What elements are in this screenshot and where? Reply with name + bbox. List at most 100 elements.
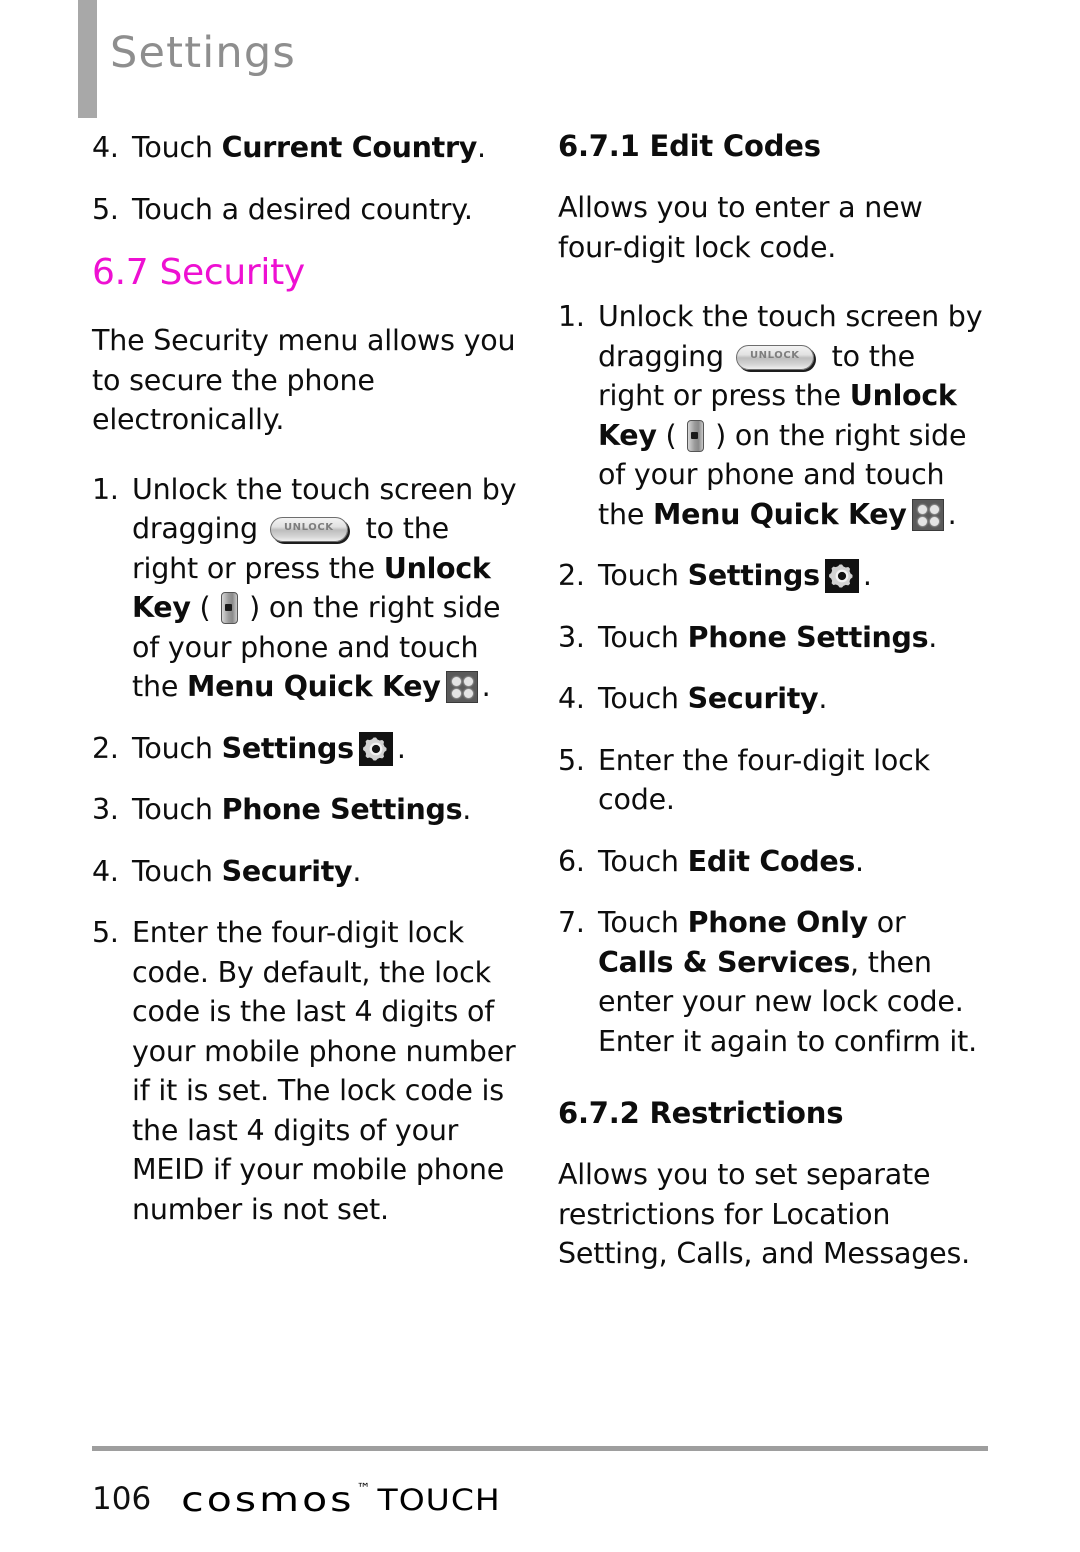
list-item: 4. Touch Security.	[92, 852, 517, 892]
unlock-key-icon	[221, 592, 239, 624]
list-item: 7. Touch Phone Only or Calls & Services, …	[558, 903, 983, 1061]
list-item: 6. Touch Edit Codes.	[558, 842, 983, 882]
menu-key-dot	[917, 504, 927, 514]
list-number: 3.	[558, 620, 585, 654]
list-text-post: .	[476, 131, 486, 164]
unlock-pill-label: UNLOCK	[283, 522, 334, 533]
list-number: 4.	[92, 854, 119, 888]
restrictions-description: Allows you to set separate restrictions …	[558, 1158, 971, 1270]
list-text-post: .	[818, 682, 828, 715]
list-item: 5. Touch a desired country.	[92, 190, 517, 230]
list-number: 6.	[558, 844, 585, 878]
list-text: Enter the four-digit lock code.	[598, 743, 930, 817]
settings-gear-icon	[824, 559, 859, 593]
list-text-bold: Settings	[221, 731, 354, 765]
section-intro-paragraph: The Security menu allows you to secure t…	[92, 324, 516, 436]
page-number: 106	[92, 1481, 152, 1517]
trademark-symbol: ™	[356, 1481, 371, 1497]
brand-suffix: TOUCH	[377, 1482, 501, 1517]
menu-key-dot	[929, 504, 939, 514]
subsection-heading-restrictions: 6.7.2 Restrictions	[558, 1096, 844, 1130]
section-heading-security: 6.7 Security	[92, 252, 305, 293]
list-number: 4.	[558, 682, 585, 715]
list-text-post: .	[928, 620, 938, 654]
menu-quick-key-icon	[445, 671, 478, 703]
list-number: 5.	[558, 743, 585, 777]
list-text-bold: Security	[221, 854, 353, 888]
left-column: 4. Touch Current Country. 5. Touch a desir…	[92, 128, 517, 1251]
list-text-pre: Touch	[132, 731, 222, 765]
footer-row: 106 cosmos ™ TOUCH	[92, 1471, 992, 1519]
unlock-key-dot	[225, 604, 233, 611]
list-text-bold: Phone Settings	[687, 620, 929, 654]
unlock-pill-label: UNLOCK	[749, 349, 800, 361]
list-number: 5.	[92, 192, 119, 226]
list-text-bold: Phone Settings	[221, 793, 463, 826]
menu-quick-key-icon	[911, 498, 944, 531]
list-item: 3. Touch Phone Settings.	[92, 790, 517, 830]
list-text-pre: Touch	[598, 559, 688, 592]
list-text-pre: Touch	[132, 131, 222, 164]
list-text: Enter the four-digit lock code. By defau…	[132, 916, 516, 1226]
list-text-2: or	[867, 906, 906, 939]
list-text-bold: Settings	[687, 559, 820, 592]
menu-key-dot	[451, 689, 461, 698]
menu-key-square	[445, 671, 478, 703]
list-item: 4. Touch Security.	[558, 679, 983, 719]
list-text-post: .	[396, 731, 406, 765]
menu-key-dot	[917, 516, 927, 526]
list-item: 1. Unlock the touch screen by dragging UN…	[558, 297, 983, 534]
list-text-post: .	[862, 559, 872, 592]
list-number: 3.	[92, 793, 119, 826]
list-number: 2.	[92, 731, 119, 765]
list-number: 2.	[558, 559, 585, 592]
list-text-post: .	[855, 844, 864, 878]
list-text: Touch a desired country.	[132, 192, 473, 226]
list-text-pre: Touch	[598, 682, 688, 715]
footer-divider	[92, 1446, 988, 1451]
list-text-pre: Touch	[132, 793, 222, 826]
list-item: 2. Touch Settings.	[92, 729, 517, 769]
list-text-post: .	[352, 854, 362, 888]
menu-key-dot	[463, 677, 473, 686]
menu-key-dot	[929, 516, 939, 526]
list-number: 7.	[558, 906, 585, 939]
subsection-heading-edit-codes: 6.7.1 Edit Codes	[558, 129, 821, 163]
list-text-bold: Current Country	[221, 131, 478, 164]
list-item: 1. Unlock the touch screen by dragging UN…	[92, 470, 517, 707]
list-text-pre: Touch	[132, 854, 222, 888]
right-column: 6.7.1 Edit Codes Allows you to enter a n…	[558, 128, 983, 1296]
list-text-3: (	[190, 591, 220, 624]
list-text-bold: Security	[687, 682, 819, 715]
list-text-bold-2: Menu Quick Key	[187, 670, 441, 703]
list-item: 3. Touch Phone Settings.	[558, 618, 983, 658]
page-header: Settings	[0, 0, 1080, 120]
list-text-bold-2: Calls & Services	[598, 945, 850, 979]
list-item: 5. Enter the four-digit lock code.	[558, 741, 983, 820]
list-text-bold: Edit Codes	[687, 844, 856, 878]
menu-key-square	[911, 498, 944, 531]
unlock-key-icon	[687, 419, 705, 452]
list-number: 4.	[92, 131, 119, 164]
list-text-post: .	[462, 793, 472, 826]
list-number: 5.	[92, 916, 119, 949]
list-text-pre: Touch	[598, 844, 688, 878]
list-text-bold-1: Phone Only	[687, 906, 868, 939]
brand-logo: cosmos ™ TOUCH	[181, 1471, 501, 1519]
header-accent-bar	[78, 0, 97, 118]
page-title: Settings	[110, 28, 296, 78]
edit-codes-description: Allows you to enter a new four-digit loc…	[558, 191, 923, 264]
menu-key-dot	[463, 689, 473, 698]
list-item: 4. Touch Current Country.	[92, 128, 517, 168]
list-text-5: .	[947, 497, 957, 531]
list-text-pre: Touch	[598, 620, 688, 654]
list-text-1: Touch	[598, 906, 688, 939]
page-footer: 106 cosmos ™ TOUCH	[92, 1446, 992, 1519]
list-item: 2. Touch Settings.	[558, 556, 983, 596]
menu-key-dot	[451, 677, 461, 686]
list-text-3: (	[656, 418, 686, 452]
unlock-slider-icon: UNLOCK	[735, 344, 820, 372]
list-item: 5. Enter the four-digit lock code. By def…	[92, 913, 517, 1229]
list-number: 1.	[92, 472, 119, 506]
settings-gear-icon	[358, 731, 393, 766]
